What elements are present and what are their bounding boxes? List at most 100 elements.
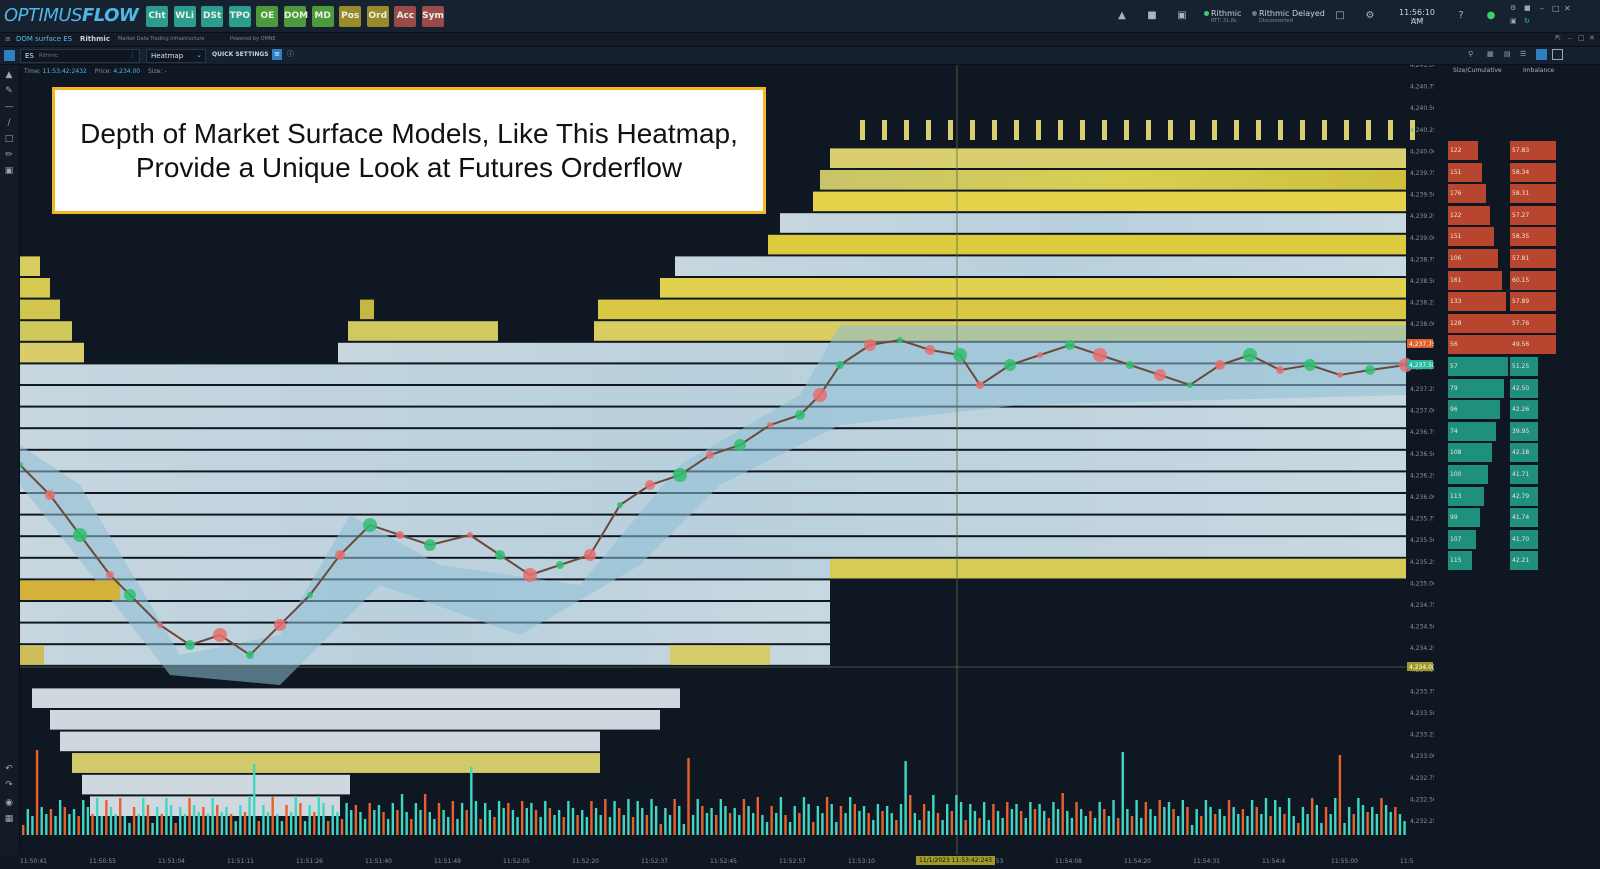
volume-bar	[1398, 814, 1402, 835]
close-icon[interactable]: ✕	[1564, 4, 1571, 13]
volume-bar	[1079, 809, 1083, 835]
volume-bar	[1126, 809, 1129, 835]
layout-icon[interactable]: ▣	[1176, 10, 1188, 22]
quick-settings-button[interactable]: QUICK SETTINGS	[212, 51, 269, 58]
help-icon[interactable]: ?	[1455, 10, 1467, 22]
trash-icon[interactable]: ▦	[3, 813, 15, 825]
eye-icon[interactable]: ◉	[3, 797, 15, 809]
trade-bubble	[1004, 359, 1016, 371]
redo-icon[interactable]: ↷	[3, 779, 15, 791]
monitor-small-icon[interactable]: ▣	[1510, 17, 1517, 25]
camera-icon[interactable]: ▣	[3, 165, 15, 177]
lock-small-icon[interactable]: ■	[1524, 4, 1531, 12]
window-close-icon[interactable]: ✕	[1589, 34, 1595, 42]
info-icon[interactable]: ⓘ	[287, 49, 294, 59]
sidebar-toggle-icon[interactable]	[4, 50, 15, 61]
gear-icon[interactable]: ⚙	[1364, 10, 1376, 22]
settings-small-icon[interactable]: ⚙	[1510, 4, 1516, 12]
menu-icon[interactable]: ≡	[5, 35, 11, 43]
volume-bar	[544, 801, 547, 835]
volume-bar	[1371, 807, 1374, 835]
grid-icon[interactable]: ▦	[1487, 50, 1494, 58]
module-button-md[interactable]: MD	[311, 6, 334, 27]
price-tick: 4,236.25	[1410, 472, 1434, 479]
volume-bar	[1278, 807, 1282, 835]
trend-line-icon[interactable]: ∕	[3, 117, 15, 129]
trade-bubble	[706, 451, 714, 459]
volume-bar	[1070, 818, 1074, 835]
volume-bar	[1246, 816, 1249, 835]
volume-bar	[821, 813, 824, 835]
volume-bar	[340, 819, 344, 835]
lock-icon[interactable]: ■	[1146, 10, 1158, 22]
module-button-wli[interactable]: WLi	[173, 6, 196, 27]
rithmic-connection[interactable]: Rithmic	[1211, 9, 1241, 18]
ask-heat-band	[348, 321, 498, 341]
volume-bar	[941, 820, 944, 835]
volume-bar	[229, 814, 233, 835]
view-mode-select[interactable]: Heatmap ⌄	[146, 49, 206, 63]
volume-bar	[812, 822, 815, 835]
volume-bar	[1010, 809, 1014, 835]
brush-icon[interactable]: ✏	[3, 149, 15, 161]
symbol-selector[interactable]: ES Rithmic ⋮	[20, 49, 140, 63]
sliders-icon[interactable]: ≡	[272, 49, 282, 60]
volume-bar	[775, 813, 778, 835]
expand-icon[interactable]: ⇱	[1555, 34, 1561, 42]
module-button-pos[interactable]: Pos	[339, 6, 362, 27]
last-price-marker-label: 4,237.50	[1409, 362, 1434, 369]
bid-heat-band	[20, 580, 120, 600]
volume-bar	[946, 804, 949, 835]
chat-icon[interactable]: □	[1334, 10, 1346, 22]
module-button-ord[interactable]: Ord	[366, 6, 389, 27]
table-icon[interactable]: ▤	[1504, 50, 1511, 58]
price-value: 4,234.00	[113, 68, 141, 75]
module-button-oe[interactable]: OE	[256, 6, 279, 27]
search-icon[interactable]: ⚲	[1468, 50, 1473, 58]
price-tick: 4,232.25	[1410, 818, 1434, 825]
volume-bar	[668, 815, 672, 835]
price-tick: 4,241.00	[1410, 65, 1434, 69]
window-tab-title[interactable]: DOM surface ES	[16, 35, 72, 43]
volume-bar	[511, 810, 515, 835]
module-button-dst[interactable]: DSt	[201, 6, 224, 27]
volume-bar	[474, 801, 478, 835]
volume-bar	[1255, 807, 1258, 835]
module-button-acc[interactable]: Acc	[394, 6, 417, 27]
refresh-icon[interactable]: ↻	[1524, 17, 1530, 25]
volume-bar	[109, 807, 113, 835]
minimize-icon[interactable]: –	[1540, 4, 1544, 13]
volume-bar	[91, 814, 94, 835]
rectangle-icon[interactable]: □	[3, 133, 15, 145]
volume-bar	[1287, 798, 1291, 835]
ask-heat-band	[820, 170, 1406, 190]
delayed-connection[interactable]: Rithmic Delayed	[1259, 9, 1325, 18]
volume-bar	[225, 807, 228, 835]
volume-bar	[1015, 804, 1018, 835]
window-restore-icon[interactable]: □	[1578, 34, 1585, 42]
module-button-tpo[interactable]: TPO	[228, 6, 251, 27]
volume-bar	[534, 810, 538, 835]
price-tick: 4,234.75	[1410, 602, 1434, 609]
pencil-icon[interactable]: ✎	[3, 85, 15, 97]
panel-left-icon[interactable]	[1536, 49, 1547, 60]
ladder-icon[interactable]: ☰	[1520, 50, 1526, 58]
bid-size-value: 113	[1450, 492, 1462, 500]
volume-bar	[1237, 814, 1240, 835]
undo-icon[interactable]: ↶	[3, 763, 15, 775]
volume-bar	[825, 797, 829, 835]
module-button-dom[interactable]: DOM	[284, 6, 308, 27]
volume-bar	[530, 803, 533, 835]
bell-icon[interactable]: ▲	[1116, 10, 1128, 22]
user-icon[interactable]: ●	[1485, 10, 1497, 22]
module-button-cht[interactable]: Cht	[146, 6, 168, 27]
horizontal-line-icon[interactable]: —	[3, 101, 15, 113]
pointer-icon[interactable]: ▲	[3, 69, 15, 81]
volume-bar	[922, 804, 926, 835]
panel-right-icon[interactable]	[1552, 49, 1563, 60]
liquidity-spike	[1388, 120, 1393, 140]
window-minimize-icon[interactable]: –	[1568, 34, 1572, 42]
maximize-icon[interactable]: □	[1552, 4, 1560, 13]
volume-bar	[1292, 816, 1295, 835]
module-button-sym[interactable]: Sym	[422, 6, 444, 27]
